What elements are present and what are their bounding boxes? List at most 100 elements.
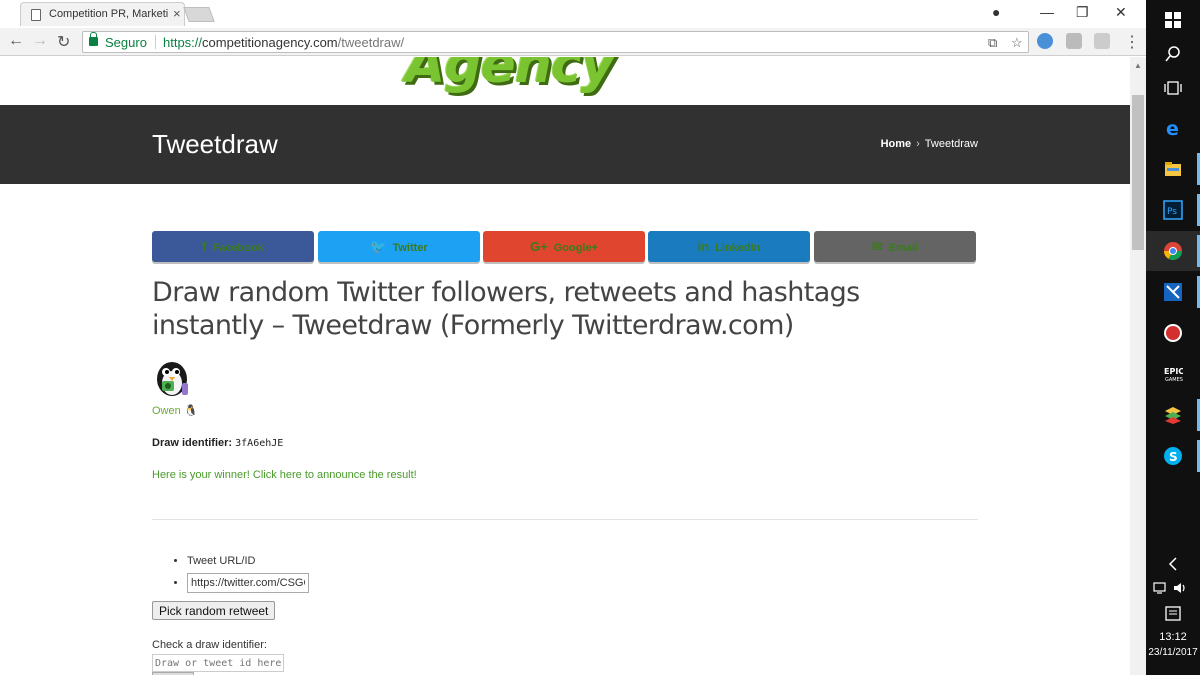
- taskbar-bluestacks[interactable]: [1146, 395, 1200, 435]
- url-scheme: https://: [163, 35, 203, 50]
- breadcrumb: Home › Tweetdraw: [881, 138, 978, 150]
- site-logo[interactable]: Agency: [405, 57, 614, 95]
- download-extension-icon[interactable]: [1037, 33, 1053, 49]
- close-window-icon[interactable]: ✕: [1115, 4, 1127, 21]
- svg-text:GAMES: GAMES: [1165, 377, 1183, 383]
- page-title: Tweetdraw: [152, 129, 278, 159]
- twitter-bird-icon: 🐦: [370, 239, 387, 254]
- scroll-up-arrow-icon[interactable]: ▲: [1134, 61, 1142, 70]
- linkedin-icon: in: [697, 239, 710, 254]
- draw-identifier-label: Draw identifier:: [152, 437, 233, 449]
- breadcrumb-current: Tweetdraw: [924, 138, 978, 150]
- check-identifier-input[interactable]: [152, 654, 284, 672]
- scroll-thumb[interactable]: [1132, 95, 1144, 250]
- clock-date[interactable]: 23/11/2017: [1146, 647, 1200, 658]
- taskbar-app-blue[interactable]: [1146, 272, 1200, 312]
- new-tab-button[interactable]: [183, 7, 215, 22]
- taskbar-edge[interactable]: e: [1146, 108, 1200, 148]
- tb-extension-icon[interactable]: [1094, 33, 1110, 49]
- pick-random-retweet-button[interactable]: Pick random retweet: [152, 601, 276, 620]
- share-googleplus-button[interactable]: G+ Google+: [483, 231, 645, 262]
- page-scrollbar[interactable]: ▲: [1130, 57, 1146, 675]
- page-title-band: Tweetdraw Home › Tweetdraw: [0, 105, 1130, 184]
- task-view-button[interactable]: [1146, 68, 1200, 108]
- tweet-url-input[interactable]: [187, 573, 309, 593]
- share-label: Email: [888, 242, 919, 254]
- taskbar-epic-games[interactable]: EPIC GAMES: [1146, 354, 1200, 394]
- secure-label: Seguro: [105, 35, 147, 50]
- lock-icon: [89, 32, 98, 46]
- address-bar[interactable]: Seguro https://competitionagency.com/twe…: [82, 31, 1029, 53]
- winner-avatar: [157, 362, 188, 396]
- browser-toolbar: ← → ↻ Seguro https://competitionagency.c…: [0, 28, 1146, 56]
- editor-app-icon: [1164, 283, 1182, 301]
- share-email-button[interactable]: ✉ Email: [814, 231, 976, 262]
- menu-icon[interactable]: ⋮: [1124, 32, 1140, 52]
- svg-text:EPIC: EPIC: [1164, 367, 1183, 376]
- windows-taskbar: e Ps EPIC GAMES S 13:12 23/11/2017: [1146, 0, 1200, 675]
- url-text[interactable]: https://competitionagency.com/tweetdraw/: [163, 35, 404, 50]
- share-label: LinkedIn: [715, 242, 761, 254]
- email-icon: ✉: [871, 239, 883, 254]
- draw-identifier: Draw identifier: 3fA6ehJE: [152, 437, 283, 449]
- clock-time[interactable]: 13:12: [1146, 631, 1200, 643]
- googleplus-icon: G+: [529, 239, 548, 254]
- svg-text:S: S: [1169, 450, 1178, 464]
- search-icon: [1165, 46, 1180, 62]
- windows-logo-icon: [1165, 12, 1181, 28]
- share-label: Twitter: [392, 242, 428, 254]
- inbox-extension-icon[interactable]: [1066, 33, 1082, 49]
- check-identifier-label: Check a draw identifier:: [152, 639, 267, 651]
- breadcrumb-separator: ›: [916, 138, 920, 150]
- divider: [152, 519, 978, 520]
- share-facebook-button[interactable]: f Facebook: [152, 231, 314, 262]
- share-label: Google+: [553, 242, 599, 254]
- skype-icon: S: [1164, 447, 1182, 465]
- share-linkedin-button[interactable]: in LinkedIn: [648, 231, 810, 262]
- draw-identifier-value: 3fA6ehJE: [235, 438, 284, 449]
- action-center-button[interactable]: [1146, 594, 1200, 634]
- epic-games-icon: EPICGAMES: [1164, 367, 1183, 383]
- share-buttons: f Facebook 🐦 Twitter G+ Google+ in LinkedIn …: [152, 231, 976, 262]
- translate-icon[interactable]: ⧉: [988, 35, 997, 51]
- bookmark-star-icon[interactable]: ☆: [1011, 35, 1023, 51]
- announce-result-link[interactable]: Here is your winner! Click here to annou…: [152, 469, 417, 481]
- taskbar-file-explorer[interactable]: [1146, 149, 1200, 189]
- url-path: /tweetdraw/: [337, 35, 405, 50]
- browser-tab[interactable]: Competition PR, Marketi ×: [20, 2, 185, 26]
- web-page: Agency Tweetdraw Home › Tweetdraw f Faceboo…: [0, 57, 1130, 675]
- minimize-icon[interactable]: —: [1040, 4, 1054, 20]
- chrome-icon: [1164, 242, 1182, 261]
- restore-icon[interactable]: ❐: [1076, 4, 1089, 21]
- task-view-icon: [1164, 81, 1182, 95]
- edge-icon: e: [1166, 118, 1179, 138]
- tab-title: Competition PR, Marketi: [49, 8, 169, 20]
- tab-bar: Competition PR, Marketi × ● — ❐ ✕: [0, 0, 1146, 28]
- share-label: Facebook: [212, 242, 264, 254]
- url-host: competitionagency.com: [202, 35, 338, 50]
- winner-name[interactable]: Owen: [152, 405, 181, 417]
- taskbar-skype[interactable]: S: [1146, 436, 1200, 476]
- browser-window: Competition PR, Marketi × ● — ❐ ✕ ← → ↻ …: [0, 0, 1146, 675]
- taskbar-chrome[interactable]: [1146, 231, 1200, 271]
- bluestacks-icon: [1165, 407, 1181, 424]
- back-icon[interactable]: ←: [8, 32, 24, 50]
- folder-icon: [1165, 162, 1181, 176]
- tweet-form-list: Tweet URL/ID: [172, 555, 309, 593]
- reload-icon[interactable]: ↻: [57, 32, 70, 52]
- forward-icon[interactable]: →: [32, 32, 48, 50]
- close-tab-icon[interactable]: ×: [173, 6, 181, 21]
- breadcrumb-home[interactable]: Home: [881, 138, 912, 150]
- page-icon: [31, 9, 41, 21]
- share-twitter-button[interactable]: 🐦 Twitter: [318, 231, 480, 262]
- svg-text:Ps: Ps: [1167, 207, 1177, 217]
- taskbar-photoshop[interactable]: Ps: [1146, 190, 1200, 230]
- tweet-url-label: Tweet URL/ID: [187, 555, 309, 573]
- headline: Draw random Twitter followers, retweets …: [152, 277, 860, 341]
- notifications-icon: [1165, 606, 1181, 621]
- omnibox-separator: [155, 35, 156, 49]
- svg-text:e: e: [1166, 118, 1179, 138]
- linux-penguin-icon: 🐧: [184, 405, 198, 417]
- profile-icon[interactable]: ●: [992, 4, 1000, 20]
- taskbar-record-app[interactable]: [1146, 313, 1200, 353]
